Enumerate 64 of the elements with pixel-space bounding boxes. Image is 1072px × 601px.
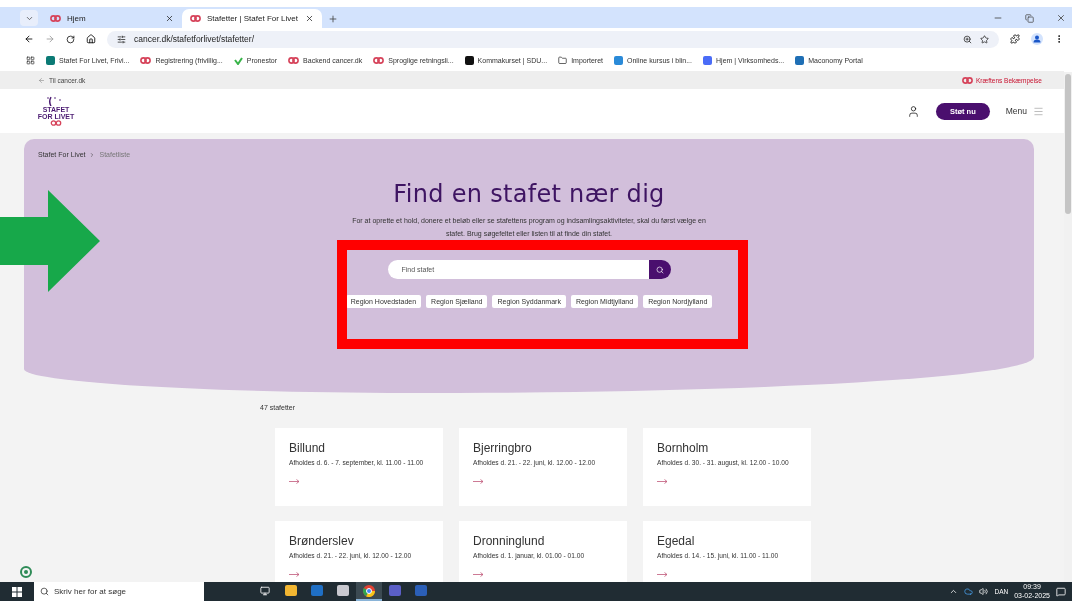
arrow-icon <box>473 479 484 484</box>
site-settings-icon[interactable] <box>117 34 126 44</box>
cloud-icon[interactable] <box>964 587 974 596</box>
home-icon[interactable] <box>86 34 96 44</box>
app-icon <box>311 585 323 596</box>
card-title: Brønderslev <box>289 534 355 548</box>
arrow-icon <box>289 479 300 484</box>
rings-icon <box>50 15 61 22</box>
browser-tab[interactable]: Stafetter | Stafet For Livet <box>182 9 322 28</box>
card-title: Bjerringbro <box>473 441 533 455</box>
check-icon <box>233 56 243 65</box>
folder-icon <box>558 56 568 65</box>
reload-icon[interactable] <box>66 34 75 44</box>
app-icon <box>389 585 401 596</box>
address-bar[interactable]: cancer.dk/stafetforlivet/stafetter/ <box>107 30 999 48</box>
widget-icon[interactable] <box>20 566 32 578</box>
restore-icon[interactable] <box>1025 14 1034 23</box>
rings-icon <box>288 57 300 64</box>
arrow-icon <box>657 479 668 484</box>
close-icon[interactable] <box>305 14 314 23</box>
user-icon[interactable] <box>906 104 920 118</box>
volume-icon[interactable] <box>979 587 989 596</box>
close-icon[interactable] <box>165 14 174 23</box>
browser-tab[interactable]: Hjem <box>42 9 182 28</box>
card-title: Bornholm <box>657 441 710 455</box>
scrollbar-thumb[interactable] <box>1065 74 1071 214</box>
app-icon <box>415 585 427 596</box>
search-icon[interactable] <box>40 587 49 596</box>
chevron-icon <box>89 151 96 158</box>
rings-icon <box>190 15 201 22</box>
close-icon[interactable] <box>1056 13 1066 23</box>
favicon-icon <box>464 56 474 65</box>
card-title: Dronninglund <box>473 534 546 548</box>
card-title: Billund <box>289 441 327 455</box>
task-view-icon <box>260 585 270 596</box>
rings-icon <box>373 57 385 64</box>
profile-icon[interactable] <box>1031 33 1043 45</box>
notification-icon[interactable] <box>1056 586 1066 597</box>
bookmark-star-icon[interactable] <box>980 34 989 44</box>
rings-icon <box>140 57 152 64</box>
favicon-icon <box>703 56 712 65</box>
tray-expand-icon[interactable] <box>949 587 959 596</box>
zoom-icon[interactable] <box>963 34 972 44</box>
card-title: Egedal <box>657 534 696 548</box>
apps-icon[interactable] <box>26 56 35 65</box>
arrow-icon <box>289 572 300 577</box>
favicon-icon <box>795 56 805 65</box>
extensions-icon[interactable] <box>1010 34 1020 44</box>
arrow-icon <box>473 572 484 577</box>
arrow-icon <box>657 572 668 577</box>
taskbar-app[interactable] <box>356 582 382 601</box>
search-button[interactable] <box>648 260 671 279</box>
favicon-icon <box>46 56 55 65</box>
page-title: Find en stafet nær dig <box>393 180 665 208</box>
taskbar-search-field[interactable]: Skriv her for at søge <box>34 582 204 601</box>
windows-icon[interactable] <box>12 586 22 597</box>
rings-icon <box>961 76 973 84</box>
app-icon <box>285 585 297 596</box>
back-icon[interactable] <box>24 34 34 44</box>
favicon-icon <box>614 56 624 65</box>
browser-icon <box>363 584 375 597</box>
new-tab-button[interactable] <box>328 14 338 24</box>
app-icon <box>337 585 349 596</box>
menu-button[interactable]: Menu <box>1005 105 1044 117</box>
